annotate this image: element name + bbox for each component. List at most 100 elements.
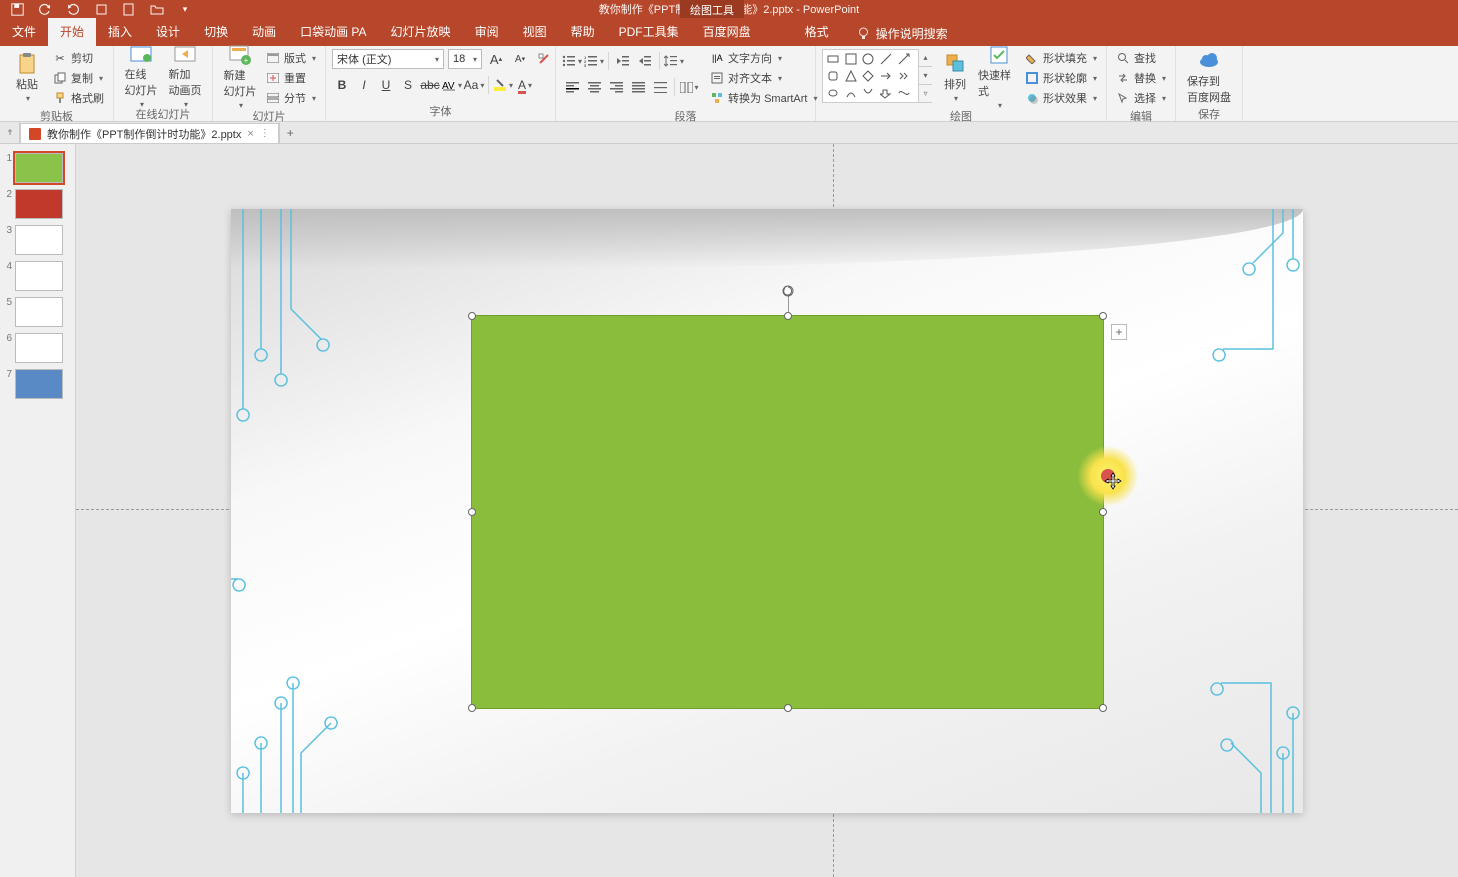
quick-styles-button[interactable]: 快速样式 bbox=[978, 49, 1020, 105]
reset-button[interactable]: 重置 bbox=[263, 69, 319, 87]
arrange-button[interactable]: 排列 bbox=[934, 49, 976, 105]
section-button[interactable]: 分节 bbox=[263, 89, 319, 107]
slide-surface[interactable]: + bbox=[231, 209, 1303, 813]
outline-icon bbox=[1025, 71, 1039, 85]
tab-slideshow[interactable]: 幻灯片放映 bbox=[379, 17, 463, 46]
new-icon[interactable] bbox=[122, 2, 136, 16]
align-text-button[interactable]: 对齐文本 bbox=[707, 69, 820, 87]
text-direction-button[interactable]: ||A文字方向 bbox=[707, 49, 820, 67]
copy-button[interactable]: 复制 bbox=[50, 69, 107, 87]
selected-rectangle-shape[interactable]: + bbox=[471, 315, 1104, 709]
resize-handle-top-right[interactable] bbox=[1099, 312, 1107, 320]
grow-font-button[interactable]: A▴ bbox=[486, 49, 506, 69]
justify-button[interactable] bbox=[628, 77, 648, 97]
tab-insert[interactable]: 插入 bbox=[96, 17, 144, 46]
cut-button[interactable]: ✂剪切 bbox=[50, 49, 107, 67]
group-label-editing: 编辑 bbox=[1113, 107, 1169, 126]
close-tab-button[interactable]: × bbox=[247, 128, 253, 140]
char-spacing-button[interactable]: AV bbox=[442, 75, 462, 95]
save-baidu-button[interactable]: 保存到 百度网盘 bbox=[1182, 49, 1236, 105]
underline-button[interactable]: U bbox=[376, 75, 396, 95]
resize-handle-right[interactable] bbox=[1099, 508, 1107, 516]
rotation-handle[interactable] bbox=[781, 284, 795, 298]
increase-indent-button[interactable] bbox=[635, 51, 655, 71]
shape-fill-button[interactable]: 形状填充 bbox=[1022, 49, 1100, 67]
thumbnail-3[interactable] bbox=[15, 225, 63, 255]
align-right-button[interactable] bbox=[606, 77, 626, 97]
find-button[interactable]: 查找 bbox=[1113, 49, 1169, 67]
thumbnail-2[interactable] bbox=[15, 189, 63, 219]
redo-icon[interactable] bbox=[66, 2, 80, 16]
change-case-button[interactable]: Aa bbox=[464, 75, 484, 95]
paste-button[interactable]: 粘贴 bbox=[6, 49, 48, 105]
thumbnail-1[interactable] bbox=[15, 153, 63, 183]
tab-help[interactable]: 帮助 bbox=[559, 17, 607, 46]
open-icon[interactable] bbox=[150, 2, 164, 16]
distribute-button[interactable] bbox=[650, 77, 670, 97]
numbering-button[interactable]: 123 bbox=[584, 51, 604, 71]
resize-handle-top[interactable] bbox=[784, 312, 792, 320]
shapes-scroll[interactable]: ▴▾▿ bbox=[918, 49, 932, 103]
thumbnail-7[interactable] bbox=[15, 369, 63, 399]
tab-menu-button[interactable]: ⋮ bbox=[260, 128, 270, 139]
slide-canvas[interactable]: + bbox=[76, 144, 1458, 877]
resize-handle-left[interactable] bbox=[468, 508, 476, 516]
line-spacing-button[interactable] bbox=[664, 51, 684, 71]
minimize-quick-icon[interactable] bbox=[94, 2, 108, 16]
align-center-button[interactable] bbox=[584, 77, 604, 97]
thumbnail-5[interactable] bbox=[15, 297, 63, 327]
resize-handle-bottom-right[interactable] bbox=[1099, 704, 1107, 712]
italic-button[interactable]: I bbox=[354, 75, 374, 95]
font-color-button[interactable]: A bbox=[515, 75, 535, 95]
font-size-select[interactable]: 18▾ bbox=[448, 49, 482, 69]
quick-styles-icon bbox=[988, 45, 1010, 65]
qat-more-icon[interactable]: ▾ bbox=[178, 2, 192, 16]
thumbnail-6[interactable] bbox=[15, 333, 63, 363]
slide-thumbnails-panel: 1 2 3 4 5 6 7 bbox=[0, 144, 76, 877]
layout-icon bbox=[266, 51, 280, 65]
tab-animations[interactable]: 动画 bbox=[240, 17, 288, 46]
convert-smartart-button[interactable]: 转换为 SmartArt bbox=[707, 89, 820, 107]
tab-view[interactable]: 视图 bbox=[511, 17, 559, 46]
columns-button[interactable] bbox=[679, 77, 699, 97]
online-slides-button[interactable]: 在线 幻灯片 bbox=[120, 49, 162, 105]
tab-pocket-anim[interactable]: 口袋动画 PA bbox=[288, 17, 378, 46]
tab-review[interactable]: 审阅 bbox=[463, 17, 511, 46]
bullets-button[interactable] bbox=[562, 51, 582, 71]
shrink-font-button[interactable]: A▾ bbox=[510, 49, 530, 69]
highlight-button[interactable] bbox=[493, 75, 513, 95]
tab-file[interactable]: 文件 bbox=[0, 17, 48, 46]
decrease-indent-button[interactable] bbox=[613, 51, 633, 71]
replace-button[interactable]: 替换 bbox=[1113, 69, 1169, 87]
resize-handle-bottom-left[interactable] bbox=[468, 704, 476, 712]
document-tab-active[interactable]: 教你制作《PPT制作倒计时功能》2.pptx × ⋮ bbox=[20, 123, 279, 143]
new-anim-page-button[interactable]: 新加 动画页 bbox=[164, 49, 206, 105]
resize-handle-bottom[interactable] bbox=[784, 704, 792, 712]
select-button[interactable]: 选择 bbox=[1113, 89, 1169, 107]
tab-home[interactable]: 开始 bbox=[48, 17, 96, 46]
bold-button[interactable]: B bbox=[332, 75, 352, 95]
new-slide-button[interactable]: + 新建 幻灯片 bbox=[219, 49, 261, 105]
resize-handle-top-left[interactable] bbox=[468, 312, 476, 320]
font-name-select[interactable]: 宋体 (正文)▾ bbox=[332, 49, 444, 69]
group-label-slides: 幻灯片 bbox=[219, 107, 319, 126]
thumbnail-4[interactable] bbox=[15, 261, 63, 291]
shape-outline-button[interactable]: 形状轮廓 bbox=[1022, 69, 1100, 87]
undo-icon[interactable] bbox=[38, 2, 52, 16]
tab-pdf[interactable]: PDF工具集 bbox=[607, 17, 691, 46]
tab-transitions[interactable]: 切换 bbox=[192, 17, 240, 46]
shadow-button[interactable]: S bbox=[398, 75, 418, 95]
tab-format[interactable]: 格式 bbox=[793, 17, 841, 46]
save-icon[interactable] bbox=[10, 2, 24, 16]
tab-baidu[interactable]: 百度网盘 bbox=[691, 17, 763, 46]
layout-button[interactable]: 版式 bbox=[263, 49, 319, 67]
align-left-button[interactable] bbox=[562, 77, 582, 97]
shapes-gallery[interactable]: ▴▾▿ bbox=[822, 49, 932, 103]
tab-design[interactable]: 设计 bbox=[144, 17, 192, 46]
shape-add-button[interactable]: + bbox=[1111, 324, 1127, 340]
clear-format-button[interactable] bbox=[534, 49, 554, 69]
tell-me-search[interactable]: 操作说明搜索 bbox=[857, 25, 948, 46]
shape-effects-button[interactable]: 形状效果 bbox=[1022, 89, 1100, 107]
format-painter-button[interactable]: 格式刷 bbox=[50, 89, 107, 107]
strikethrough-button[interactable]: abc bbox=[420, 75, 440, 95]
